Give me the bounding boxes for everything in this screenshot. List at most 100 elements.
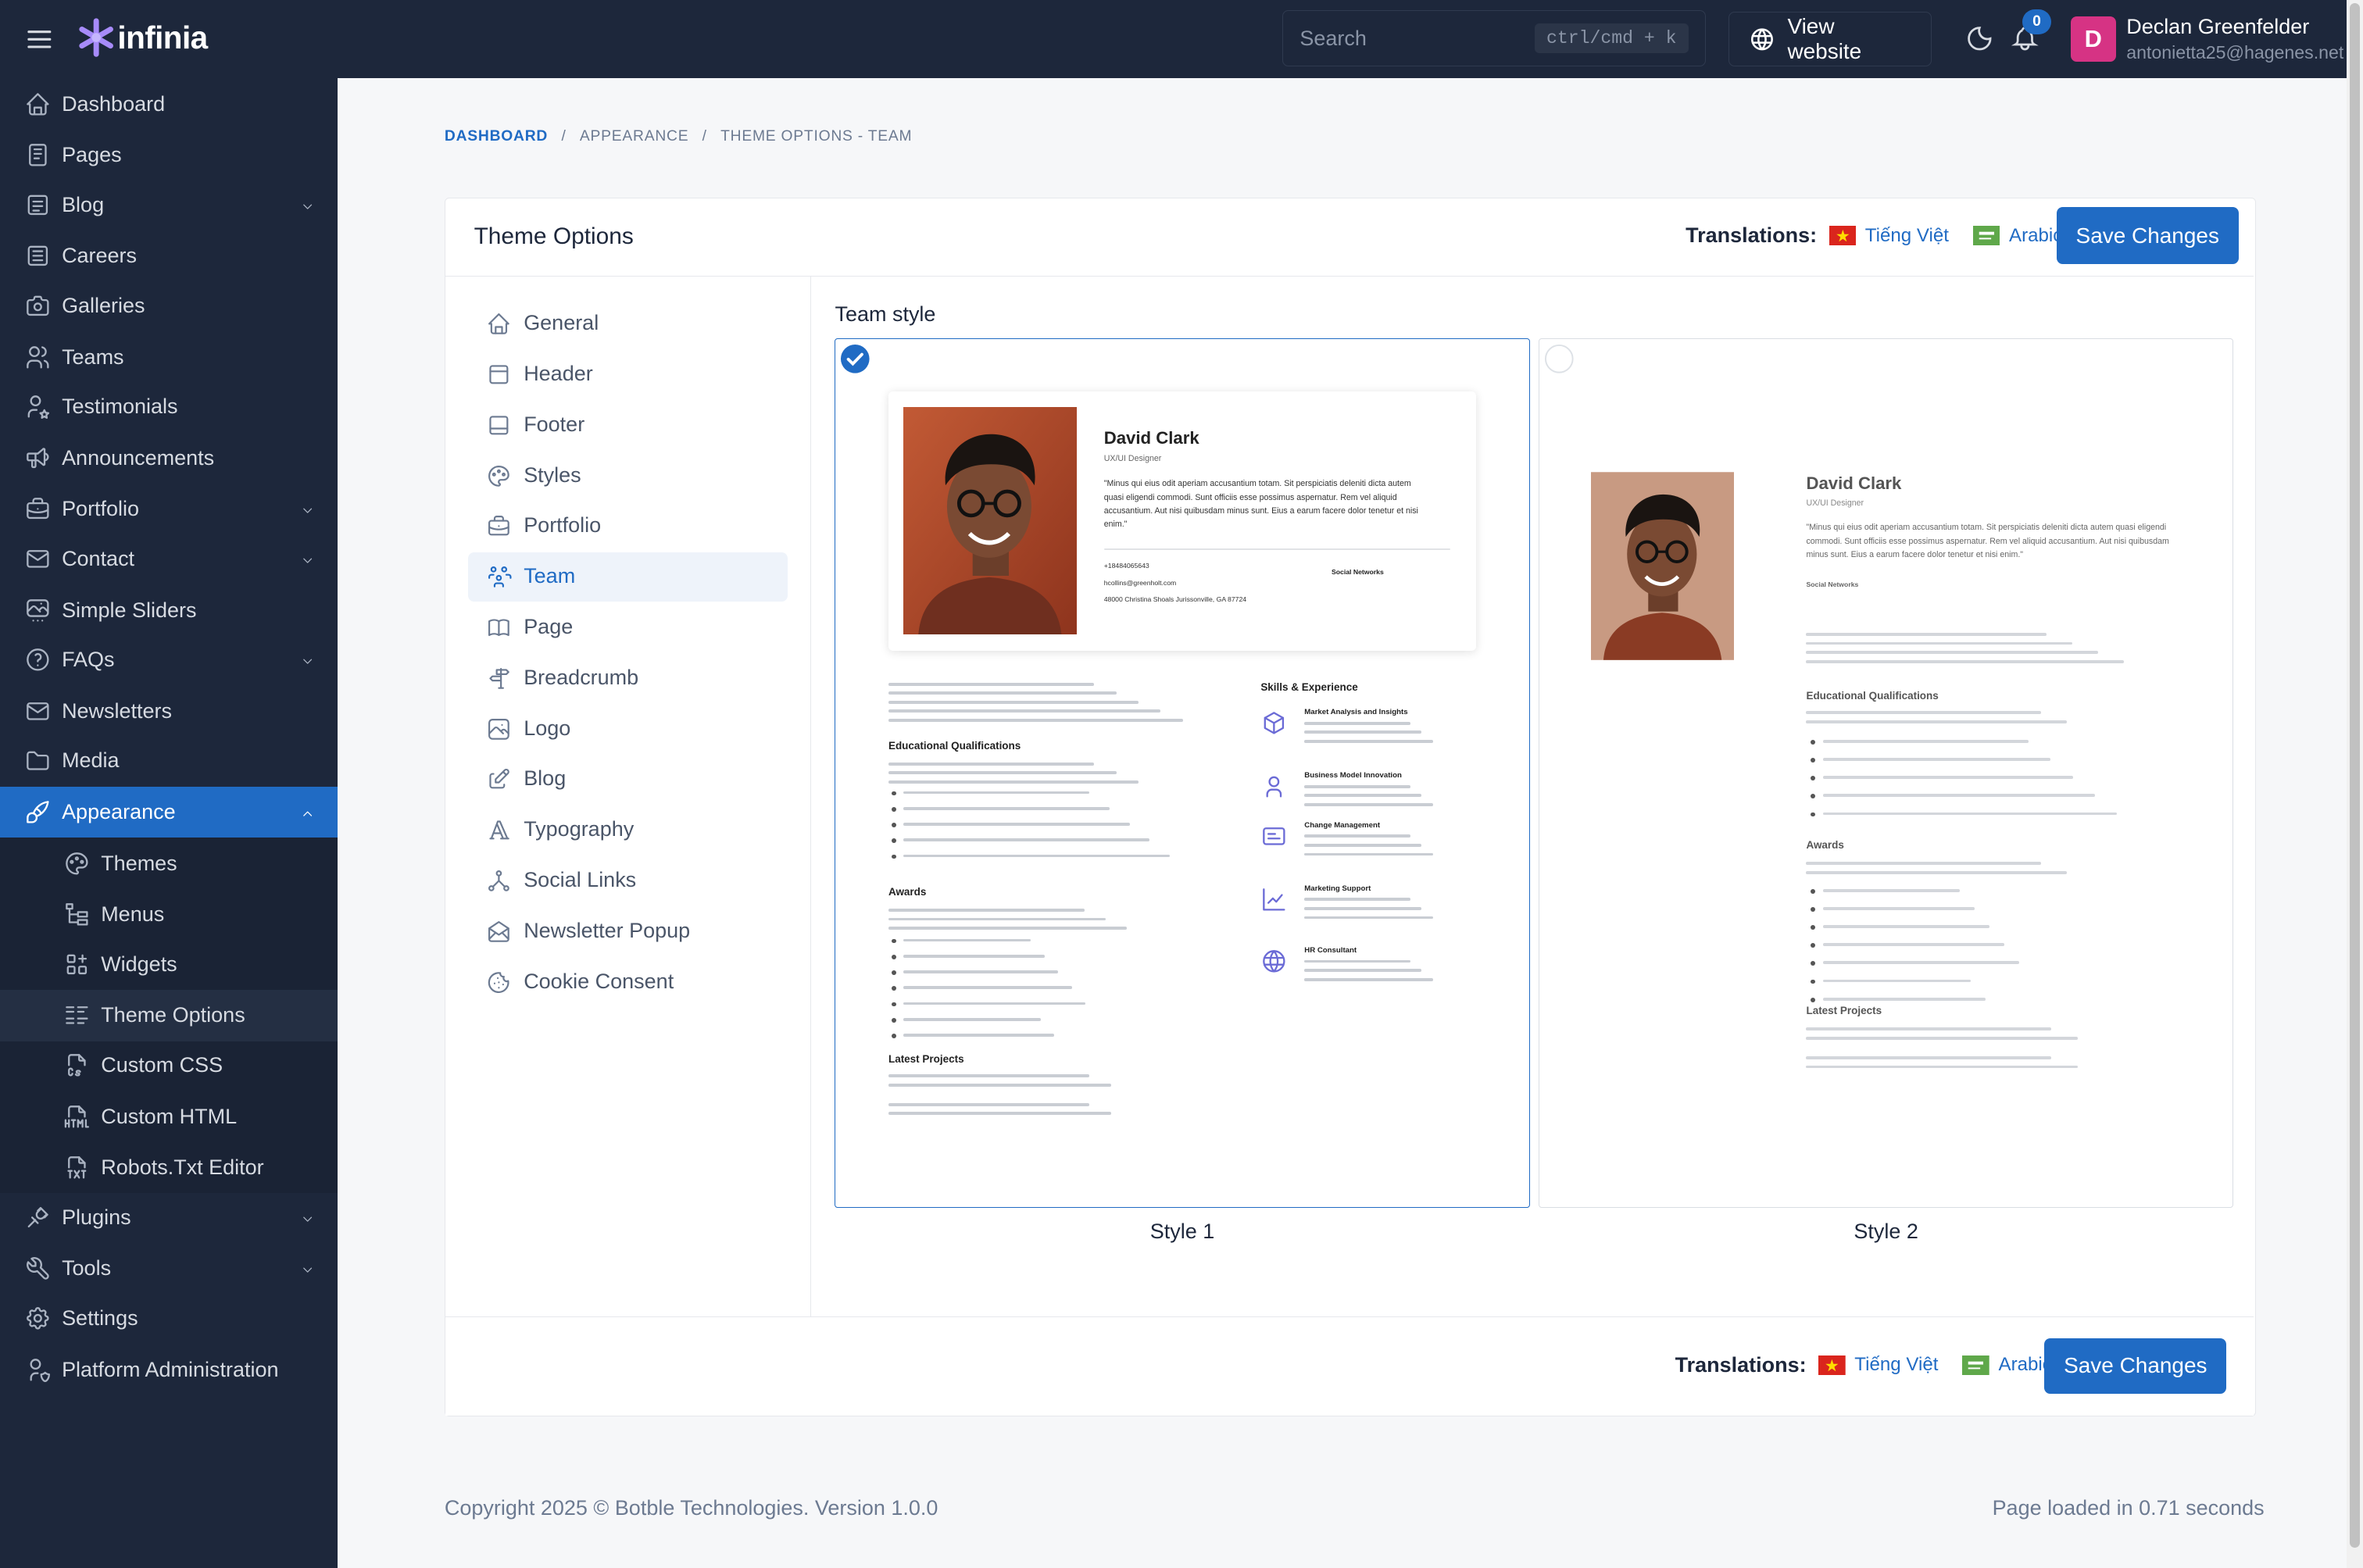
help-icon (27, 648, 49, 671)
option-label: Styles (524, 463, 581, 487)
option-blog[interactable]: Blog (468, 755, 788, 805)
plug-icon (27, 1206, 48, 1227)
vietnam-flag-icon (1818, 1355, 1846, 1375)
option-label: Header (524, 362, 593, 386)
sidebar-item-tools[interactable]: Tools (0, 1243, 338, 1295)
option-newsletter-popup[interactable]: Newsletter Popup (468, 906, 788, 956)
sidebar-item-label: Plugins (62, 1205, 131, 1229)
save-changes-button[interactable]: Save Changes (2056, 207, 2239, 265)
search-shortcut: ctrl/cmd + k (1534, 23, 1689, 53)
sidebar-item-contact[interactable]: Contact (0, 534, 338, 585)
sidebar-item-label: Appearance (62, 799, 176, 823)
option-social-links[interactable]: Social Links (468, 856, 788, 906)
team-settings-pane: Team style David Clark UX/UI Designer "M… (810, 276, 2255, 1316)
sidebar-item-blog[interactable]: Blog (0, 179, 338, 230)
preview-skill-title: Market Analysis and Insights (1304, 708, 1408, 717)
preview-bullet (891, 938, 896, 944)
footer-copyright: Copyright 2025 © Botble Technologies. Ve… (444, 1496, 938, 1520)
lang-vietnamese-link[interactable]: Tiếng Việt (1818, 1354, 1938, 1376)
sidebar-item-testimonials[interactable]: Testimonials (0, 381, 338, 433)
sidebar-item-label: Galleries (62, 293, 145, 317)
sidebar-item-label: Simple Sliders (62, 598, 197, 622)
sidebar-item-appearance[interactable]: Appearance (0, 786, 338, 838)
avatar[interactable]: D (2070, 16, 2116, 63)
notification-badge: 0 (2022, 9, 2051, 35)
sidebar-item-platform-administration[interactable]: Platform Administration (0, 1344, 338, 1395)
option-team[interactable]: Team (467, 552, 788, 602)
preview-text-line (1304, 739, 1433, 743)
sidebar-item-pages[interactable]: Pages (0, 130, 338, 181)
sidebar-subitem-theme-options[interactable]: Theme Options (0, 990, 338, 1041)
option-page[interactable]: Page (468, 603, 788, 653)
preview-bullet (1811, 758, 1816, 763)
preview-bullet (1811, 776, 1816, 781)
sidebar-item-teams[interactable]: Teams (0, 331, 338, 383)
sidebar-item-careers[interactable]: Careers (0, 230, 338, 282)
option-breadcrumb[interactable]: Breadcrumb (468, 653, 788, 703)
sidebar-item-dashboard[interactable]: Dashboard (0, 78, 338, 130)
chevron-down-icon (302, 659, 312, 664)
team-style-option-2[interactable]: David Clark UX/UI Designer "Minus qui ei… (1539, 338, 2234, 1208)
option-portfolio[interactable]: Portfolio (468, 502, 788, 552)
preview-text-line (888, 1074, 1089, 1077)
option-styles[interactable]: Styles (468, 451, 788, 501)
option-general[interactable]: General (468, 299, 788, 349)
sidebar-item-label: Tools (62, 1256, 112, 1280)
sidebar-item-portfolio[interactable]: Portfolio (0, 484, 338, 535)
person-photo-icon (903, 406, 1078, 634)
sidebar-item-galleries[interactable]: Galleries (0, 280, 338, 332)
preview-text-line (1806, 651, 2098, 655)
unchecked-radio-icon[interactable] (1544, 344, 1575, 374)
option-label: General (524, 311, 599, 335)
preview-projects-title: Latest Projects (888, 1053, 964, 1066)
preview-text-line (1822, 925, 1989, 929)
sidebar-subitem-themes[interactable]: Themes (0, 838, 338, 889)
preview-text-line (1304, 730, 1422, 734)
sidebar-subitem-robots-txt-editor[interactable]: Robots.Txt Editor (0, 1142, 338, 1194)
preview-text-line (888, 700, 1139, 704)
layout-navbar-icon (489, 365, 509, 384)
option-label: Page (524, 615, 574, 639)
book-icon (488, 619, 509, 637)
sidebar-subitem-widgets[interactable]: Widgets (0, 938, 338, 990)
option-typography[interactable]: Typography (468, 805, 788, 855)
lang-arabic-link[interactable]: Arabic (1962, 1354, 2052, 1376)
sidebar-subitem-custom-css[interactable]: Custom CSS (0, 1040, 338, 1091)
sidebar-item-media[interactable]: Media (0, 735, 338, 787)
preview-text-line (1806, 711, 2042, 715)
sidebar-item-settings[interactable]: Settings (0, 1293, 338, 1345)
preview-text-line (1822, 907, 1975, 910)
sidebar-subitem-custom-html[interactable]: Custom HTML (0, 1091, 338, 1142)
lang-vietnamese-link[interactable]: Tiếng Việt (1829, 225, 1949, 247)
option-footer[interactable]: Footer (468, 400, 788, 450)
preview-text-line (1304, 721, 1410, 725)
lang-arabic-link[interactable]: Arabic (1972, 225, 2062, 247)
menu-toggle-icon[interactable] (26, 26, 53, 53)
user-name[interactable]: Declan Greenfelder (2126, 15, 2309, 39)
breadcrumb-appearance[interactable]: APPEARANCE (580, 128, 688, 145)
preview-text-line (1304, 834, 1410, 838)
sidebar-item-faqs[interactable]: FAQs (0, 634, 338, 686)
sidebar-item-simple-sliders[interactable]: Simple Sliders (0, 584, 338, 636)
view-website-button[interactable]: View website (1728, 12, 1932, 66)
sidebar-subitem-label: Robots.Txt Editor (101, 1155, 264, 1180)
file-css-icon (68, 1054, 86, 1077)
moon-icon[interactable] (1965, 24, 1994, 53)
sidebar-item-plugins[interactable]: Plugins (0, 1191, 338, 1243)
breadcrumb-dashboard[interactable]: DASHBOARD (445, 128, 548, 145)
option-logo[interactable]: Logo (468, 704, 788, 754)
save-changes-button[interactable]: Save Changes (2044, 1338, 2227, 1394)
search-input[interactable]: Search ctrl/cmd + k (1282, 10, 1707, 66)
preview2-awards-title: Awards (1806, 839, 1844, 852)
settings-icon (26, 1307, 49, 1330)
sidebar-item-newsletters[interactable]: Newsletters (0, 685, 338, 737)
team-style-option-1[interactable]: David Clark UX/UI Designer "Minus qui ei… (835, 338, 1530, 1208)
preview-text-line (1806, 659, 2124, 663)
option-cookie-consent[interactable]: Cookie Consent (468, 957, 788, 1007)
option-header[interactable]: Header (468, 350, 788, 400)
logo[interactable]: infinia (78, 18, 208, 57)
sidebar-item-announcements[interactable]: Announcements (0, 432, 338, 484)
scrollbar-thumb[interactable] (2349, 2, 2361, 1548)
sidebar-subitem-menus[interactable]: Menus (0, 889, 338, 941)
checked-radio-icon[interactable] (840, 344, 870, 374)
